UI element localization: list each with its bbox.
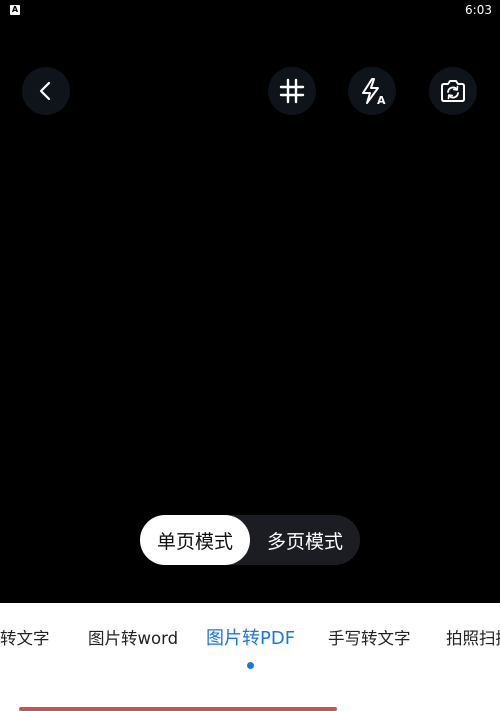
status-bar: A 6:03 bbox=[0, 0, 500, 22]
flash-auto-icon: A bbox=[362, 78, 386, 106]
camera-switch-icon bbox=[441, 80, 465, 102]
tab-image-to-pdf[interactable]: 图片转PDF bbox=[206, 625, 295, 653]
page-mode-toggle: 单页模式 多页模式 bbox=[140, 515, 360, 565]
multi-page-mode-button[interactable]: 多页模式 bbox=[250, 515, 360, 565]
camera-screen: A 6:03 A 单页模式 多页模式 转文字 图片转word 图片转PDF 手写… bbox=[0, 0, 500, 711]
single-page-mode-button[interactable]: 单页模式 bbox=[140, 515, 250, 565]
function-tab-bar: 转文字 图片转word 图片转PDF 手写转文字 拍照扫描 bbox=[0, 603, 500, 711]
back-button[interactable] bbox=[22, 67, 70, 115]
status-time: 6:03 bbox=[465, 3, 492, 17]
active-tab-indicator bbox=[247, 662, 254, 669]
camera-switch-button[interactable] bbox=[429, 67, 477, 115]
app-notification-icon: A bbox=[10, 5, 20, 15]
bottom-indicator-line bbox=[19, 707, 337, 711]
flash-auto-button[interactable]: A bbox=[348, 67, 396, 115]
grid-hash-icon bbox=[279, 78, 305, 104]
tab-handwriting-to-text[interactable]: 手写转文字 bbox=[328, 625, 411, 653]
tab-to-text[interactable]: 转文字 bbox=[0, 625, 50, 653]
grid-toggle-button[interactable] bbox=[268, 67, 316, 115]
chevron-left-icon bbox=[39, 81, 51, 101]
tab-photo-scan[interactable]: 拍照扫描 bbox=[446, 625, 500, 653]
flash-auto-letter: A bbox=[377, 94, 386, 106]
app-notification-letter: A bbox=[11, 5, 19, 14]
tab-image-to-word[interactable]: 图片转word bbox=[88, 625, 178, 653]
